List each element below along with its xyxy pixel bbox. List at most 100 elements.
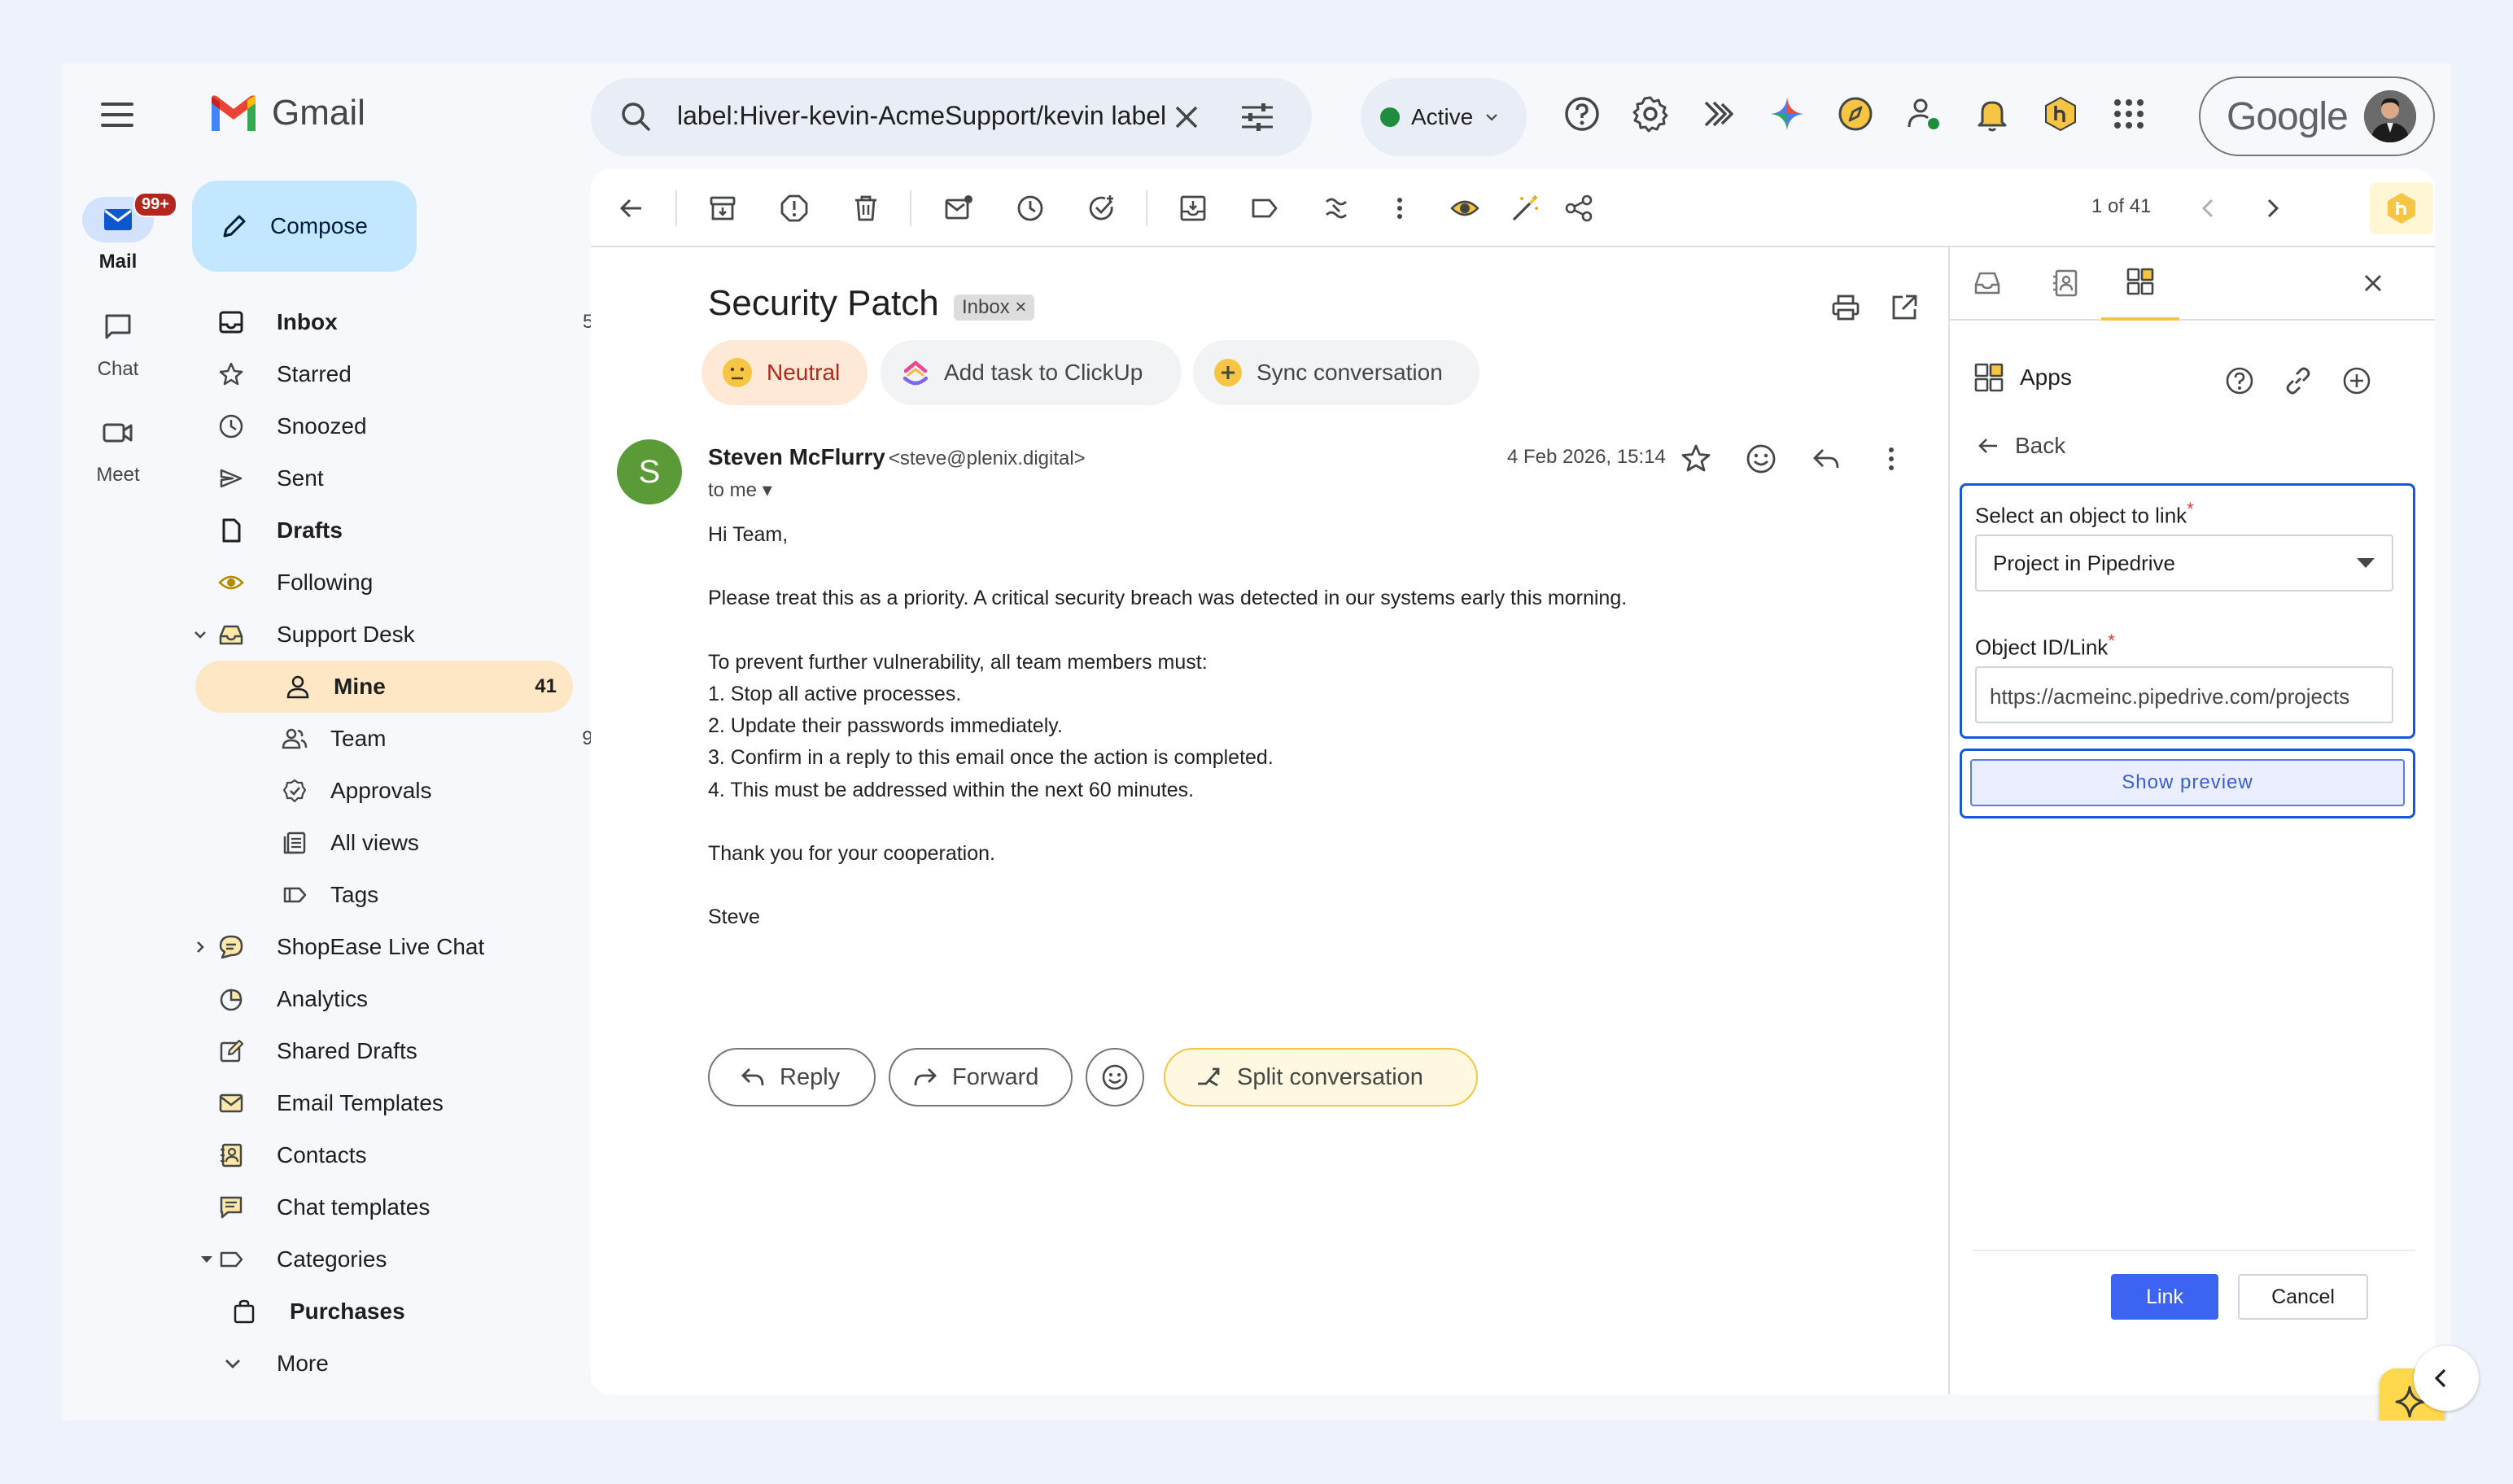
settings-gear-icon[interactable] [1631, 94, 1670, 133]
main-menu-icon[interactable] [101, 103, 133, 129]
hiver-panel-toggle[interactable] [2370, 182, 2433, 234]
gmail-logo[interactable]: Gmail [208, 93, 365, 133]
gemini-sparkle-icon[interactable] [1768, 94, 1807, 133]
chevron-down-icon[interactable] [192, 626, 208, 643]
link-chain-icon[interactable] [2282, 364, 2314, 397]
hiver-assign-icon[interactable] [1322, 194, 1351, 223]
contact-tab-icon[interactable] [2051, 268, 2080, 298]
nav-shared-drafts[interactable]: Shared Drafts [192, 1025, 632, 1077]
help-icon[interactable] [1562, 94, 1602, 133]
move-to-icon[interactable] [1178, 194, 1208, 223]
rail-chat[interactable]: Chat [62, 304, 174, 381]
archive-icon[interactable] [708, 194, 737, 223]
nav-approvals[interactable]: Approvals 2 [192, 765, 632, 817]
nav-snoozed[interactable]: Snoozed [192, 400, 632, 452]
back-button[interactable]: Back [1976, 433, 2065, 459]
emoji-button[interactable] [1086, 1048, 1144, 1106]
compose-button[interactable]: Compose [192, 181, 417, 272]
star-icon[interactable] [1680, 443, 1712, 475]
previous-chevron-icon[interactable] [2194, 194, 2223, 223]
nav-more[interactable]: More [192, 1338, 632, 1390]
status-selector[interactable]: Active [1361, 78, 1527, 156]
recipient-toggle[interactable]: to me ▾ [708, 478, 772, 502]
link-button[interactable]: Link [2111, 1274, 2218, 1320]
nav-analytics[interactable]: Analytics [192, 973, 632, 1025]
nav-mine[interactable]: Mine 41 [195, 661, 573, 713]
show-preview-button[interactable]: Show preview [1970, 759, 2405, 806]
search-icon[interactable] [618, 99, 654, 135]
nav-team[interactable]: Team 99+ [192, 713, 632, 765]
label-icon[interactable] [1250, 194, 1279, 223]
nav-following[interactable]: Following [192, 556, 632, 609]
nav-chat-templates[interactable]: Chat templates [192, 1181, 632, 1233]
user-status-icon[interactable] [1904, 94, 1943, 133]
nav-drafts[interactable]: Drafts 19 [192, 504, 632, 556]
nav-categories[interactable]: Categories [192, 1233, 632, 1285]
cancel-button[interactable]: Cancel [2238, 1274, 2368, 1320]
approval-badge-icon [282, 779, 307, 803]
nav-sent[interactable]: Sent [192, 452, 632, 504]
body-line: Please treat this as a priority. A criti… [708, 587, 1628, 610]
report-spam-icon[interactable] [780, 194, 809, 223]
caret-down-icon[interactable] [199, 1251, 215, 1268]
ai-assistant-icon[interactable] [1699, 94, 1738, 133]
rail-meet[interactable]: Meet [62, 410, 174, 487]
next-chevron-icon[interactable] [2257, 194, 2287, 223]
inbox-tab-icon[interactable] [1973, 268, 2002, 298]
nav-mine-label: Mine [334, 674, 386, 699]
inbox-label-chip[interactable]: Inbox × [954, 295, 1035, 321]
sender-block[interactable]: Steven McFlurry <steve@plenix.digital> [708, 444, 1086, 470]
clickup-chip[interactable]: Add task to ClickUp [881, 340, 1182, 405]
search-bar[interactable]: label:Hiver-kevin-AcmeSupport/kevin labe… [591, 78, 1312, 156]
nav-tags[interactable]: Tags [192, 869, 632, 921]
mark-unread-icon[interactable] [944, 194, 973, 223]
magic-wand-icon[interactable] [1510, 194, 1540, 223]
nav-starred[interactable]: Starred [192, 348, 632, 400]
add-circle-icon[interactable] [2340, 364, 2373, 397]
rail-mail[interactable]: 99+ Mail [62, 192, 177, 273]
clear-search-icon[interactable] [1172, 103, 1201, 132]
nav-purchases[interactable]: Purchases 21 [192, 1285, 632, 1338]
google-account-button[interactable]: Google [2199, 76, 2435, 156]
add-task-icon[interactable] [1087, 194, 1117, 223]
nav-inbox[interactable]: Inbox 540 [192, 296, 632, 348]
search-options-icon[interactable] [1240, 101, 1274, 133]
nav-email-templates[interactable]: Email Templates [192, 1077, 632, 1129]
help-icon[interactable] [2223, 364, 2256, 397]
snooze-clock-icon[interactable] [1016, 194, 1045, 223]
notification-bell-icon[interactable] [1973, 94, 2012, 133]
share-icon[interactable] [1564, 194, 1593, 223]
print-icon[interactable] [1831, 293, 1860, 322]
object-id-input[interactable]: https://acmeinc.pipedrive.com/projects [1975, 666, 2393, 723]
body-line: To prevent further vulnerability, all te… [708, 650, 1208, 674]
apps-grid-icon[interactable] [2109, 94, 2148, 133]
back-arrow-icon[interactable] [617, 194, 646, 223]
open-new-window-icon[interactable] [1890, 293, 1919, 322]
object-type-select[interactable]: Project in Pipedrive [1975, 535, 2393, 591]
hiver-extension-icon[interactable] [2041, 94, 2080, 133]
delete-trash-icon[interactable] [851, 194, 881, 223]
search-input[interactable]: label:Hiver-kevin-AcmeSupport/kevin labe… [677, 101, 1165, 131]
nav-contacts[interactable]: Contacts [192, 1129, 632, 1181]
reply-icon[interactable] [1810, 443, 1842, 475]
nav-all-views[interactable]: All views [192, 817, 632, 869]
nav-shopease-live-chat[interactable]: ShopEase Live Chat [192, 921, 632, 973]
compass-icon[interactable] [1836, 94, 1875, 133]
close-panel-icon[interactable] [2360, 270, 2386, 296]
follow-eye-icon[interactable] [1450, 194, 1479, 223]
reply-button[interactable]: Reply [708, 1048, 876, 1106]
collapse-panel-button[interactable] [2414, 1346, 2479, 1411]
apps-tab-icon [2126, 268, 2154, 295]
nav-support-desk[interactable]: Support Desk [192, 609, 632, 661]
apps-tab[interactable] [2101, 247, 2179, 321]
emoji-react-icon[interactable] [1745, 443, 1777, 475]
more-vert-icon[interactable] [1385, 194, 1414, 223]
sender-avatar[interactable]: S [617, 439, 682, 504]
split-conversation-button[interactable]: Split conversation [1164, 1048, 1478, 1106]
forward-button[interactable]: Forward [889, 1048, 1073, 1106]
sentiment-chip[interactable]: Neutral [701, 340, 868, 405]
sync-conversation-chip[interactable]: Sync conversation [1193, 340, 1479, 405]
chevron-right-icon[interactable] [192, 939, 208, 955]
more-vert-icon[interactable] [1875, 443, 1908, 475]
remove-label-icon[interactable]: × [1015, 296, 1026, 318]
